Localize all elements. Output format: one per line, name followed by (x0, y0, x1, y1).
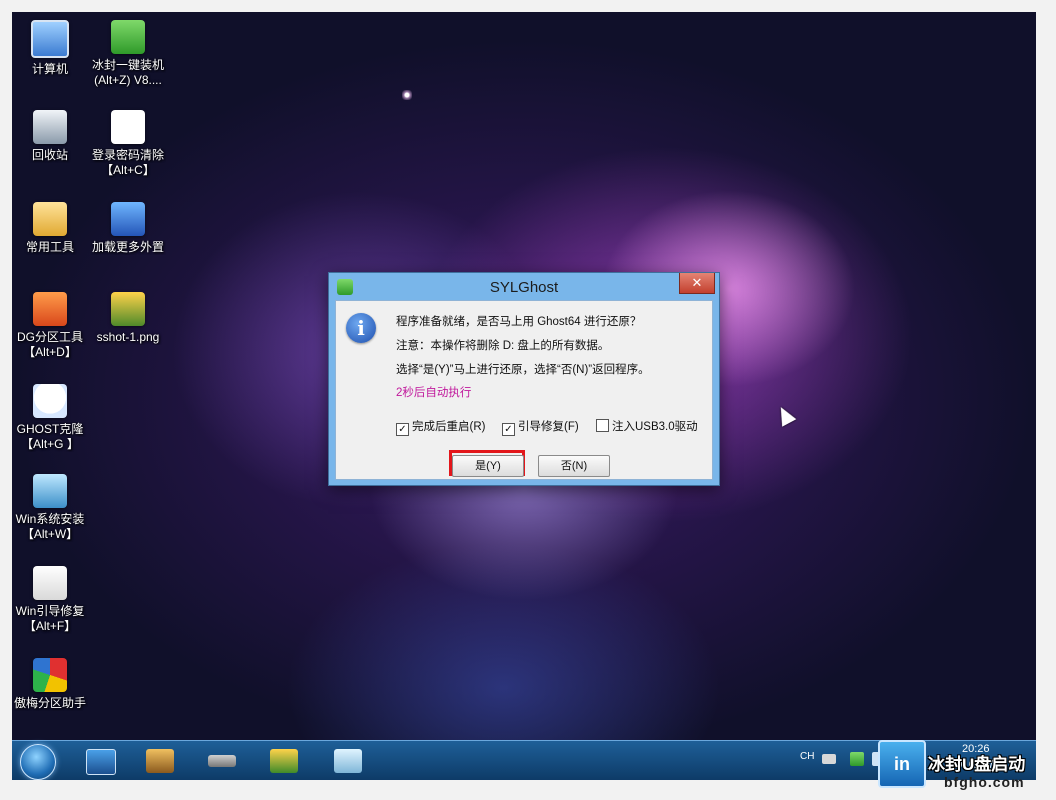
message-ready: 程序准备就绪，是否马上用 Ghost64 进行还原？ (396, 316, 642, 328)
desktop-icon-dg-partition[interactable]: DG分区工具 【Alt+D】 (12, 292, 88, 360)
desktop-icon-sshot-png[interactable]: sshot-1.png (90, 292, 166, 345)
icon-label: GHOST克隆 (16, 422, 84, 436)
desktop-icon-partition-assistant[interactable]: 傲梅分区助手 (12, 658, 88, 711)
watermark-logo: in (878, 740, 926, 788)
close-button[interactable]: ✕ (679, 273, 715, 294)
expand-arrows-icon (111, 202, 145, 236)
recycle-bin-icon (33, 110, 67, 144)
desktop-icon-password-clear[interactable]: 登录密码清除 【Alt+C】 (90, 110, 166, 178)
icon-label: DG分区工具 (16, 330, 83, 344)
option-usb3-driver[interactable]: 注入USB3.0驱动 (596, 418, 698, 434)
icon-label: 加载更多外置 (91, 240, 164, 254)
desktop-icon-bingfeng-installer[interactable]: 冰封一键装机 (Alt+Z) V8.... (90, 20, 166, 88)
input-language-indicator[interactable]: CH (800, 751, 814, 762)
tray-app-icon[interactable] (850, 752, 864, 766)
no-button[interactable]: 否(N) (538, 455, 610, 477)
desktop-icon-win-repair[interactable]: Win引导修复 【Alt+F】 (12, 566, 88, 634)
icon-label: Win引导修复 (15, 604, 85, 618)
pie-chart-icon (33, 658, 67, 692)
win-install-icon (33, 474, 67, 508)
yes-button[interactable]: 是(Y) (452, 455, 524, 477)
start-button[interactable] (20, 744, 56, 780)
taskbar-memory-chip-icon[interactable] (208, 755, 236, 767)
password-key-icon (111, 110, 145, 144)
icon-label: sshot-1.png (96, 330, 160, 344)
sylghost-dialog: SYLGhost ✕ i 程序准备就绪，是否马上用 Ghost64 进行还原？ … (328, 272, 720, 486)
dg-partition-icon (33, 292, 67, 326)
icon-label-shortcut: 【Alt+C】 (101, 163, 155, 177)
png-image-icon (111, 292, 145, 326)
computer-icon (31, 20, 69, 58)
ghost-icon (33, 384, 67, 418)
desktop-icon-mount-external[interactable]: 加载更多外置 (90, 202, 166, 255)
desktop-icon-common-tools[interactable]: 常用工具 (12, 202, 88, 255)
icon-label: 冰封一键装机 (91, 58, 164, 72)
message-instructions: 选择“是(Y)”马上进行还原，选择“否(N)”返回程序。 (396, 364, 650, 376)
dialog-titlebar[interactable]: SYLGhost ✕ (329, 273, 719, 299)
icon-label-shortcut: 【Alt+F】 (23, 619, 77, 633)
checkbox-boot-repair[interactable]: ✓ (502, 423, 515, 436)
star-sparkle (402, 90, 412, 100)
icon-label: 登录密码清除 (91, 148, 164, 162)
taskbar-tools-icon[interactable] (146, 749, 174, 773)
countdown-text: 2秒后自动执行 (396, 387, 472, 399)
ghost-logo-icon (111, 20, 145, 54)
icon-label-shortcut: (Alt+Z) V8.... (94, 73, 162, 87)
option-label: 完成后重启(R) (412, 421, 486, 433)
desktop-icon-ghost[interactable]: GHOST克隆 【Alt+G 】 (12, 384, 88, 452)
mouse-cursor-icon (773, 403, 797, 427)
folder-icon (33, 202, 67, 236)
keyboard-icon[interactable] (822, 754, 836, 764)
taskbar-image-icon[interactable] (270, 749, 298, 773)
taskbar-desktop-icon[interactable] (86, 749, 116, 775)
icon-label: 常用工具 (25, 240, 74, 254)
desktop: 计算机 回收站 常用工具 DG分区工具 【Alt+D】 GHOST克隆 【Alt… (12, 12, 1036, 780)
desktop-icon-recycle-bin[interactable]: 回收站 (12, 110, 88, 163)
option-label: 注入USB3.0驱动 (612, 421, 698, 433)
watermark-url: bfgho.com (944, 774, 1025, 790)
first-aid-kit-icon (33, 566, 67, 600)
option-boot-repair[interactable]: ✓ 引导修复(F) (502, 418, 579, 436)
option-restart[interactable]: ✓ 完成后重启(R) (396, 418, 485, 436)
icon-label: 回收站 (31, 148, 68, 162)
info-icon: i (346, 313, 376, 343)
message-warning: 注意：本操作将删除 D: 盘上的所有数据。 (396, 340, 610, 352)
taskbar-notepad-icon[interactable] (334, 749, 362, 773)
icon-label: Win系统安装 (15, 512, 85, 526)
dialog-body: i 程序准备就绪，是否马上用 Ghost64 进行还原？ 注意：本操作将删除 D… (335, 300, 713, 480)
dialog-title: SYLGhost (489, 279, 559, 296)
desktop-icon-win-install[interactable]: Win系统安装 【Alt+W】 (12, 474, 88, 542)
icon-label-shortcut: 【Alt+D】 (23, 345, 77, 359)
option-label: 引导修复(F) (518, 421, 579, 433)
icon-label-shortcut: 【Alt+G 】 (21, 437, 79, 451)
checkbox-usb3-driver[interactable] (596, 419, 609, 432)
desktop-icon-computer[interactable]: 计算机 (12, 20, 88, 77)
checkbox-restart[interactable]: ✓ (396, 423, 409, 436)
icon-label-shortcut: 【Alt+W】 (21, 527, 79, 541)
icon-label: 计算机 (31, 62, 68, 76)
watermark-text: 冰封U盘启动 (928, 755, 1026, 774)
icon-label: 傲梅分区助手 (13, 696, 86, 710)
